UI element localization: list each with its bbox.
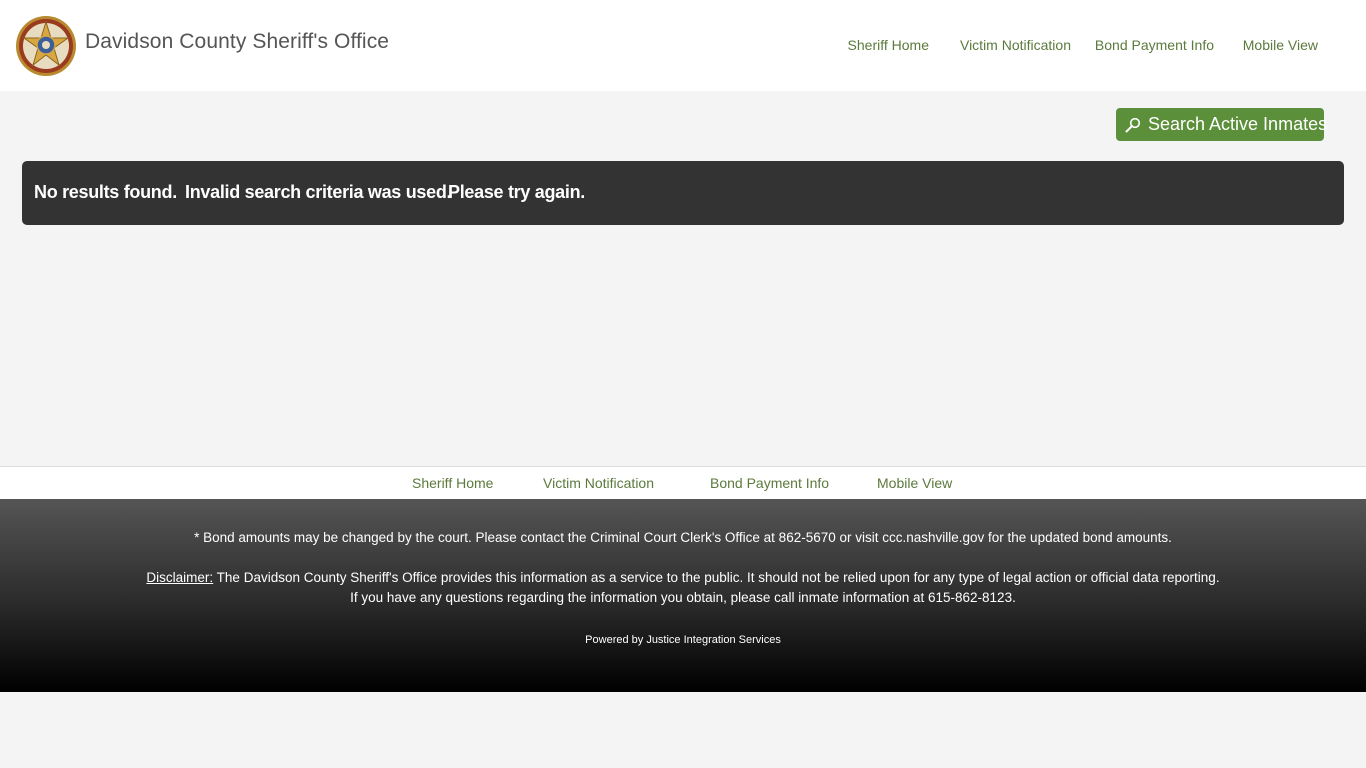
alert-try-again: Please try again.	[448, 182, 585, 202]
search-icon	[1125, 117, 1141, 133]
nav-sheriff-home[interactable]: Sheriff Home	[848, 37, 929, 53]
footer-nav-sheriff-home[interactable]: Sheriff Home	[412, 475, 493, 491]
questions-note: If you have any questions regarding the …	[350, 590, 1016, 605]
search-button-label: Search Active Inmates	[1148, 114, 1328, 134]
alert-no-results: No results found.	[34, 182, 177, 202]
sheriff-badge-logo-icon[interactable]	[15, 15, 77, 77]
nav-mobile-view[interactable]: Mobile View	[1243, 37, 1318, 53]
bond-note: * Bond amounts may be changed by the cou…	[194, 530, 1172, 545]
disclaimer-text: The Davidson County Sheriff's Office pro…	[213, 570, 1220, 585]
nav-victim-notification[interactable]: Victim Notification	[960, 37, 1071, 53]
footer-nav-mobile-view[interactable]: Mobile View	[877, 475, 952, 491]
disclaimer: Disclaimer: The Davidson County Sheriff'…	[0, 570, 1366, 585]
search-active-inmates-button[interactable]: Search Active Inmates	[1116, 108, 1328, 141]
footer-nav: Sheriff Home Victim Notification Bond Pa…	[0, 466, 1366, 499]
nav-bond-payment-info[interactable]: Bond Payment Info	[1095, 37, 1214, 53]
powered-by: Powered by Justice Integration Services	[585, 634, 781, 646]
site-footer: * Bond amounts may be changed by the cou…	[0, 499, 1366, 692]
footer-nav-bond-payment-info[interactable]: Bond Payment Info	[710, 475, 829, 491]
site-header: Davidson County Sheriff's Office Sheriff…	[0, 0, 1366, 91]
disclaimer-label: Disclaimer:	[146, 570, 214, 585]
no-results-alert: No results found. Invalid search criteri…	[22, 161, 1344, 225]
footer-nav-victim-notification[interactable]: Victim Notification	[543, 475, 654, 491]
alert-invalid-criteria: Invalid search criteria was used.	[185, 182, 452, 202]
site-title[interactable]: Davidson County Sheriff's Office	[85, 30, 389, 54]
